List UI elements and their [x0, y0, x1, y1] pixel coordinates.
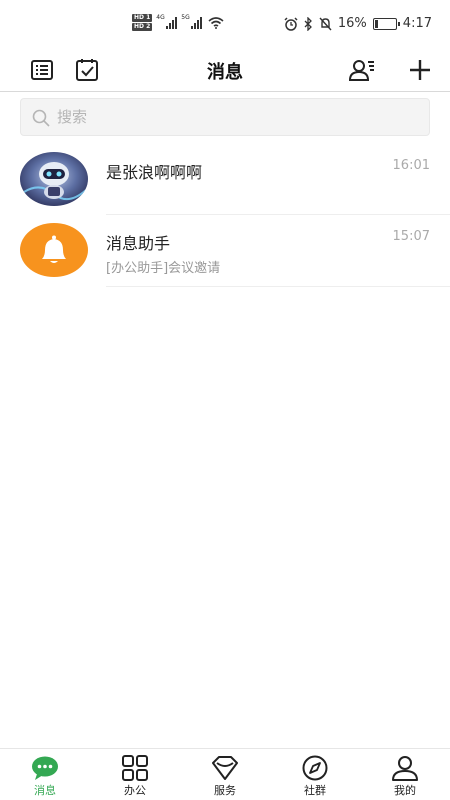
network-indicators: HD 1 HD 2 4G 5G	[132, 14, 224, 31]
hd-badge-1: HD 1	[132, 14, 153, 22]
tab-label: 消息	[34, 784, 56, 797]
signal-5g-icon: 5G	[181, 14, 203, 29]
chat-time: 15:07	[392, 229, 430, 244]
status-bar: HD 1 HD 2 4G 5G 16% 4:17	[0, 0, 450, 50]
chat-list-item[interactable]: 是张浪啊啊啊 16:01	[0, 145, 450, 215]
search-bar[interactable]	[20, 98, 430, 136]
nav-bar: 消息	[0, 50, 450, 92]
page-title: 消息	[207, 62, 243, 83]
chat-name: 消息助手	[106, 234, 171, 253]
chat-bubble-icon	[32, 756, 58, 780]
tab-services[interactable]: 服务	[180, 749, 270, 800]
tab-label: 社群	[304, 784, 326, 797]
clock: 4:17	[402, 16, 432, 31]
avatar	[20, 223, 88, 277]
bell-icon	[42, 235, 66, 263]
add-icon[interactable]	[406, 56, 434, 84]
tab-label: 我的	[394, 784, 416, 797]
contacts-icon[interactable]	[348, 56, 376, 84]
battery-percent: 16%	[337, 16, 367, 31]
chat-time: 16:01	[392, 158, 430, 173]
tab-messages[interactable]: 消息	[0, 749, 90, 800]
search-input[interactable]	[57, 99, 417, 135]
divider	[106, 286, 450, 287]
divider	[106, 214, 450, 215]
system-indicators: 16% 4:17	[284, 16, 432, 31]
wifi-icon	[208, 16, 224, 29]
alarm-icon	[284, 16, 298, 31]
tab-bar: 消息 办公 服务 社群 我的	[0, 748, 450, 800]
mute-bell-icon	[319, 17, 332, 30]
tab-label: 办公	[124, 784, 146, 797]
tab-profile[interactable]: 我的	[360, 749, 450, 800]
hd-badge-2: HD 2	[132, 23, 153, 31]
person-icon	[392, 756, 418, 781]
tab-community[interactable]: 社群	[270, 749, 360, 800]
search-icon	[32, 109, 50, 127]
tab-label: 服务	[214, 784, 236, 797]
bluetooth-icon	[304, 16, 312, 31]
grid-icon	[122, 755, 148, 781]
chat-preview: [办公助手]会议邀请	[106, 261, 221, 276]
battery-icon	[372, 17, 400, 30]
diamond-icon	[212, 756, 238, 780]
avatar	[20, 152, 88, 206]
compass-icon	[302, 755, 328, 781]
tab-office[interactable]: 办公	[90, 749, 180, 800]
signal-4g-icon: 4G	[156, 14, 178, 29]
chat-list-item[interactable]: 消息助手 15:07 [办公助手]会议邀请	[0, 216, 450, 287]
chat-name: 是张浪啊啊啊	[106, 163, 203, 182]
